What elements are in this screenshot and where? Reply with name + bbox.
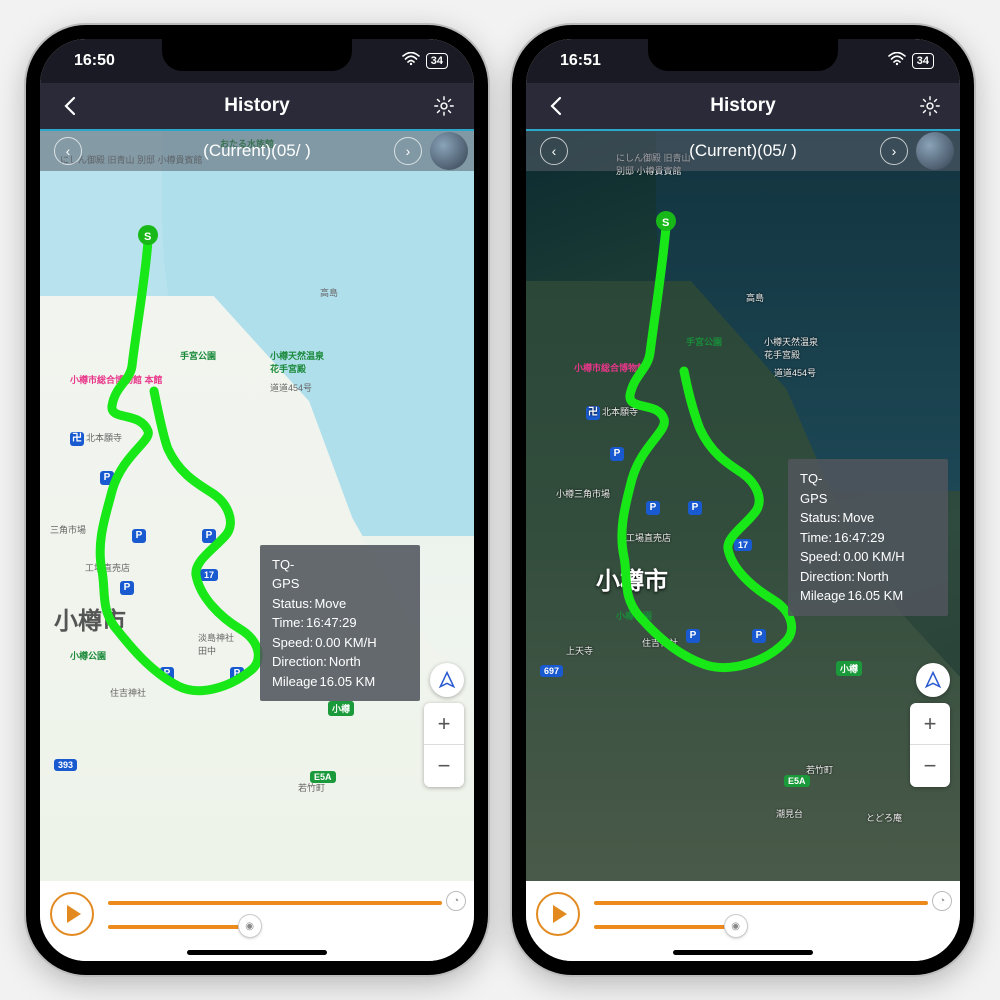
nav-bar: History [40,83,474,129]
gps-track: S [40,131,474,881]
locate-button[interactable] [430,663,464,697]
playback-bar: ◔ ◉ [40,881,474,961]
playback-bar: ◔ ◉ [526,881,960,961]
zoom-out-button[interactable]: − [424,745,464,787]
battery-badge: 34 [912,53,934,69]
settings-button[interactable] [432,94,456,118]
clock: 16:51 [560,52,601,70]
settings-button[interactable] [918,94,942,118]
slider-knob[interactable]: ◉ [239,915,261,937]
page-title: History [710,95,775,117]
map-area[interactable]: にしん御殿 旧青山 別邸 小樽貴賓館 高島 手宮公園 小樽天然温泉 花手宮殿 小… [526,131,960,881]
device-id: TQ- [272,555,408,575]
page-title: History [224,95,289,117]
notch [648,39,838,71]
next-day-button[interactable]: › [394,137,422,165]
back-button[interactable] [58,94,82,118]
progress-slider[interactable]: ◔ [594,897,948,907]
tracker-info-card: TQ- GPS Status:Move Time:16:47:29 Speed:… [260,545,420,702]
map-area[interactable]: にしん御殿 旧青山 別邸 小樽貴賓館 おたる水族館 高島 手宮公園 小樽天然温泉… [40,131,474,881]
back-button[interactable] [544,94,568,118]
locate-button[interactable] [916,663,950,697]
svg-text:S: S [144,231,151,243]
zoom-control: + − [910,703,950,787]
zoom-out-button[interactable]: − [910,745,950,787]
home-indicator [187,950,327,955]
map-style-toggle[interactable] [916,132,954,170]
zoom-in-button[interactable]: + [910,703,950,745]
phone-left: 16:50 34 History にしん御殿 旧青山 別邸 小樽貴賓館 [26,25,488,975]
tracker-info-card: TQ- GPS Status:Move Time:16:47:29 Speed:… [788,459,948,616]
map-style-toggle[interactable] [430,132,468,170]
prev-day-button[interactable]: ‹ [54,137,82,165]
play-icon [67,905,81,923]
phone-right: 16:51 34 History にしん御殿 旧青山 別邸 小樽貴賓館 高島 [512,25,974,975]
progress-slider[interactable]: ◔ [108,897,462,907]
wifi-icon [402,52,420,71]
zoom-in-button[interactable]: + [424,703,464,745]
nav-bar: History [526,83,960,129]
date-selector-bar: ‹ (Current)(05/ ) › [40,131,474,171]
speed-slider[interactable]: ◉ [108,921,462,931]
date-label: (Current)(05/ ) [689,141,797,161]
battery-badge: 34 [426,53,448,69]
gps-label: GPS [800,489,936,509]
slider-knob[interactable]: ◉ [725,915,747,937]
home-indicator [673,950,813,955]
clock-icon: ◔ [932,891,952,911]
clock-icon: ◔ [446,891,466,911]
zoom-control: + − [424,703,464,787]
gps-label: GPS [272,574,408,594]
play-button[interactable] [536,892,580,936]
date-selector-bar: ‹ (Current)(05/ ) › [526,131,960,171]
date-label: (Current)(05/ ) [203,141,311,161]
speed-slider[interactable]: ◉ [594,921,948,931]
svg-text:S: S [662,217,669,229]
notch [162,39,352,71]
play-button[interactable] [50,892,94,936]
device-id: TQ- [800,469,936,489]
next-day-button[interactable]: › [880,137,908,165]
clock: 16:50 [74,52,115,70]
prev-day-button[interactable]: ‹ [540,137,568,165]
wifi-icon [888,52,906,71]
play-icon [553,905,567,923]
